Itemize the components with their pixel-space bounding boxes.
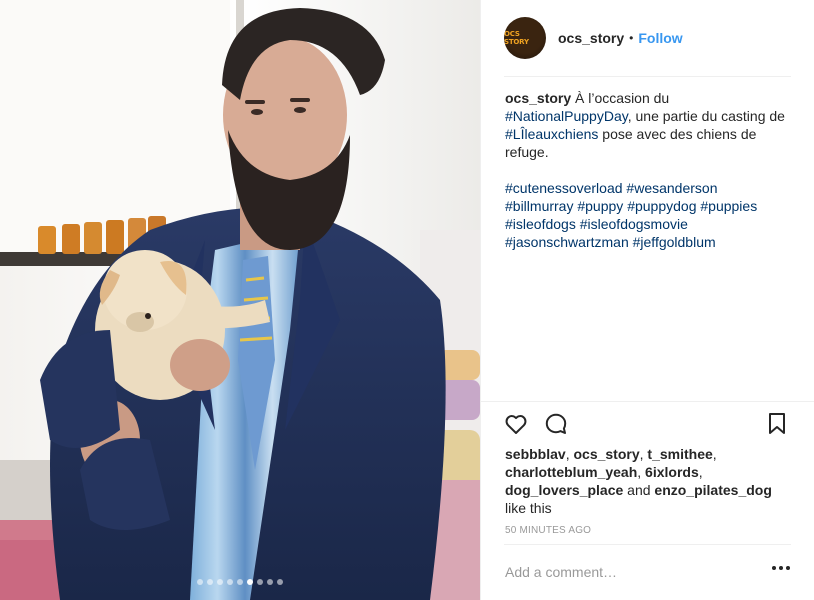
hashtag-link[interactable]: #jeffgoldblum	[633, 234, 716, 250]
liker-username[interactable]: t_smithee	[647, 446, 712, 462]
caption-text-1: À l’occasion du	[571, 90, 670, 106]
hashtag-link[interactable]: #jasonschwartzman	[505, 234, 629, 250]
hashtag-link[interactable]: #isleofdogs	[505, 216, 576, 232]
hashtag-link[interactable]: #isleofdogsmovie	[580, 216, 688, 232]
post-side-panel: OCS STORY ocs_story • Follow ocs_story À…	[480, 0, 814, 600]
carousel-dot[interactable]	[257, 579, 263, 585]
likes-separator: ,	[712, 446, 717, 462]
liker-username[interactable]: charlotteblum_yeah	[505, 464, 637, 480]
action-bar	[504, 410, 791, 438]
photo-illustration	[0, 0, 480, 600]
hashtag-link[interactable]: #puppydog	[627, 198, 696, 214]
liker-username[interactable]: ocs_story	[573, 446, 639, 462]
avatar[interactable]: OCS STORY	[504, 17, 546, 59]
hashtag-link[interactable]: #puppies	[700, 198, 757, 214]
likes-and: and	[623, 482, 655, 498]
avatar-logo: OCS STORY	[504, 30, 529, 46]
bookmark-icon[interactable]	[767, 412, 787, 436]
likes-separator: ,	[698, 464, 703, 480]
more-dot	[772, 566, 776, 570]
carousel-dot[interactable]	[247, 579, 253, 585]
liker-username[interactable]: enzo_pilates_dog	[654, 482, 771, 498]
hashtag-line: #jasonschwartzman #jeffgoldblum	[505, 233, 795, 251]
liker-username[interactable]: 6ixlords	[645, 464, 699, 480]
comment-icon[interactable]	[544, 412, 568, 436]
hashtag-line: #cutenessoverload #wesanderson	[505, 179, 795, 197]
carousel-dot[interactable]	[197, 579, 203, 585]
carousel-dot[interactable]	[277, 579, 283, 585]
carousel-indicator[interactable]	[0, 579, 480, 585]
instagram-post: OCS STORY ocs_story • Follow ocs_story À…	[0, 0, 814, 600]
comment-divider	[504, 544, 791, 545]
hashtag-line: #isleofdogs #isleofdogsmovie	[505, 215, 795, 233]
carousel-dot[interactable]	[207, 579, 213, 585]
more-dot	[779, 566, 783, 570]
post-caption: ocs_story À l’occasion du #NationalPuppy…	[505, 89, 795, 251]
caption-username[interactable]: ocs_story	[505, 90, 571, 106]
hashtag-link[interactable]: #billmurray	[505, 198, 573, 214]
more-options-icon[interactable]	[772, 566, 790, 570]
liker-username[interactable]: dog_lovers_place	[505, 482, 623, 498]
likes-separator: ,	[637, 464, 646, 480]
hashtag-line: #billmurray #puppy #puppydog #puppies	[505, 197, 795, 215]
actions-divider	[481, 401, 814, 402]
heart-icon[interactable]	[504, 412, 528, 436]
liker-username[interactable]: sebbblav	[505, 446, 566, 462]
header-separator: •	[629, 31, 634, 45]
caption-hashtags: #cutenessoverload #wesanderson #billmurr…	[505, 179, 795, 251]
header-divider	[504, 76, 791, 77]
post-timestamp[interactable]: 50 MINUTES AGO	[505, 525, 591, 536]
carousel-dot[interactable]	[217, 579, 223, 585]
more-dot	[786, 566, 790, 570]
caption-text: ocs_story À l’occasion du #NationalPuppy…	[505, 89, 795, 161]
follow-button[interactable]: Follow	[638, 30, 682, 46]
carousel-dot[interactable]	[227, 579, 233, 585]
hashtag-link[interactable]: #LÎleauxchiens	[505, 126, 598, 142]
carousel-dot[interactable]	[237, 579, 243, 585]
carousel-dot[interactable]	[267, 579, 273, 585]
add-comment-input[interactable]	[505, 562, 745, 582]
likes-suffix: like this	[505, 500, 552, 516]
likes-summary: sebbblav, ocs_story, t_smithee, charlott…	[505, 445, 795, 517]
author-username[interactable]: ocs_story	[558, 30, 624, 46]
hashtag-link[interactable]: #wesanderson	[626, 180, 717, 196]
hashtag-link[interactable]: #cutenessoverload	[505, 180, 623, 196]
hashtag-link[interactable]: #NationalPuppyDay	[505, 108, 628, 124]
post-header: OCS STORY ocs_story • Follow	[504, 17, 683, 59]
caption-text-2: , une partie du casting de	[627, 108, 785, 124]
post-photo[interactable]	[0, 0, 480, 600]
hashtag-link[interactable]: #puppy	[577, 198, 623, 214]
